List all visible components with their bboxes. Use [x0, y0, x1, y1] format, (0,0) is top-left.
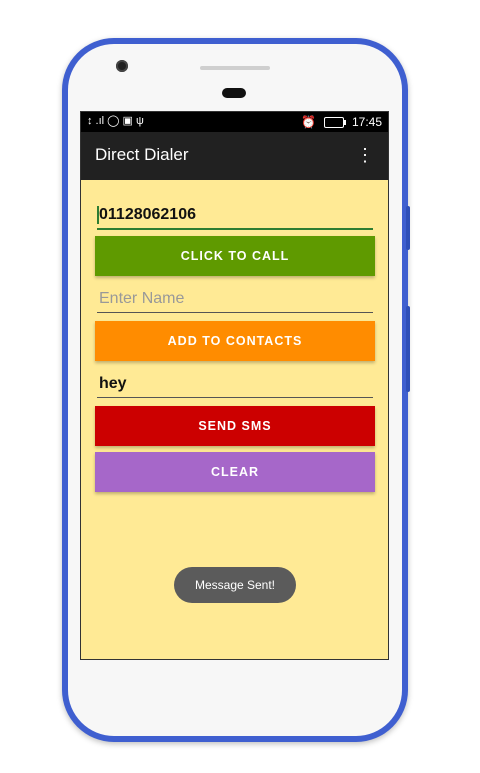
toast-text: Message Sent!	[194, 578, 276, 592]
status-icons-right: ⏰ 17:45	[301, 115, 382, 129]
send-sms-label: SEND SMS	[198, 419, 272, 433]
name-input[interactable]: Enter Name	[97, 284, 373, 313]
battery-icon	[323, 116, 346, 128]
phone-number-input[interactable]: 01128062106	[97, 200, 373, 230]
more-vert-icon[interactable]: ⋮	[356, 146, 374, 164]
alarm-icon: ⏰	[301, 115, 316, 129]
add-to-contacts-label: ADD TO CONTACTS	[167, 334, 303, 348]
app-title: Direct Dialer	[95, 145, 189, 164]
message-input[interactable]: hey	[97, 369, 373, 398]
add-to-contacts-button[interactable]: ADD TO CONTACTS	[95, 321, 375, 361]
message-value: hey	[99, 375, 127, 392]
clock-time: 17:45	[351, 115, 382, 129]
front-camera	[116, 60, 128, 72]
volume-button	[406, 206, 410, 250]
phone-number-value: 01128062106	[99, 206, 196, 223]
status-icons-left: ↕ .ıl ◯ ▣ ψ	[87, 115, 144, 127]
earpiece	[222, 88, 246, 98]
toast-message: Message Sent!	[174, 567, 296, 603]
power-button	[406, 306, 410, 392]
phone-screen: ↕ .ıl ◯ ▣ ψ ⏰ 17:45 Direct Dialer ⋮ 0112…	[80, 111, 389, 660]
send-sms-button[interactable]: SEND SMS	[95, 406, 375, 446]
speaker-slot	[200, 66, 270, 70]
status-bar: ↕ .ıl ◯ ▣ ψ ⏰ 17:45	[81, 112, 388, 132]
app-bar: Direct Dialer ⋮	[81, 132, 388, 180]
click-to-call-button[interactable]: CLICK TO CALL	[95, 236, 375, 276]
clear-button[interactable]: CLEAR	[95, 452, 375, 492]
clear-label: CLEAR	[210, 465, 260, 479]
click-to-call-label: CLICK TO CALL	[180, 249, 290, 263]
name-placeholder: Enter Name	[99, 290, 185, 307]
